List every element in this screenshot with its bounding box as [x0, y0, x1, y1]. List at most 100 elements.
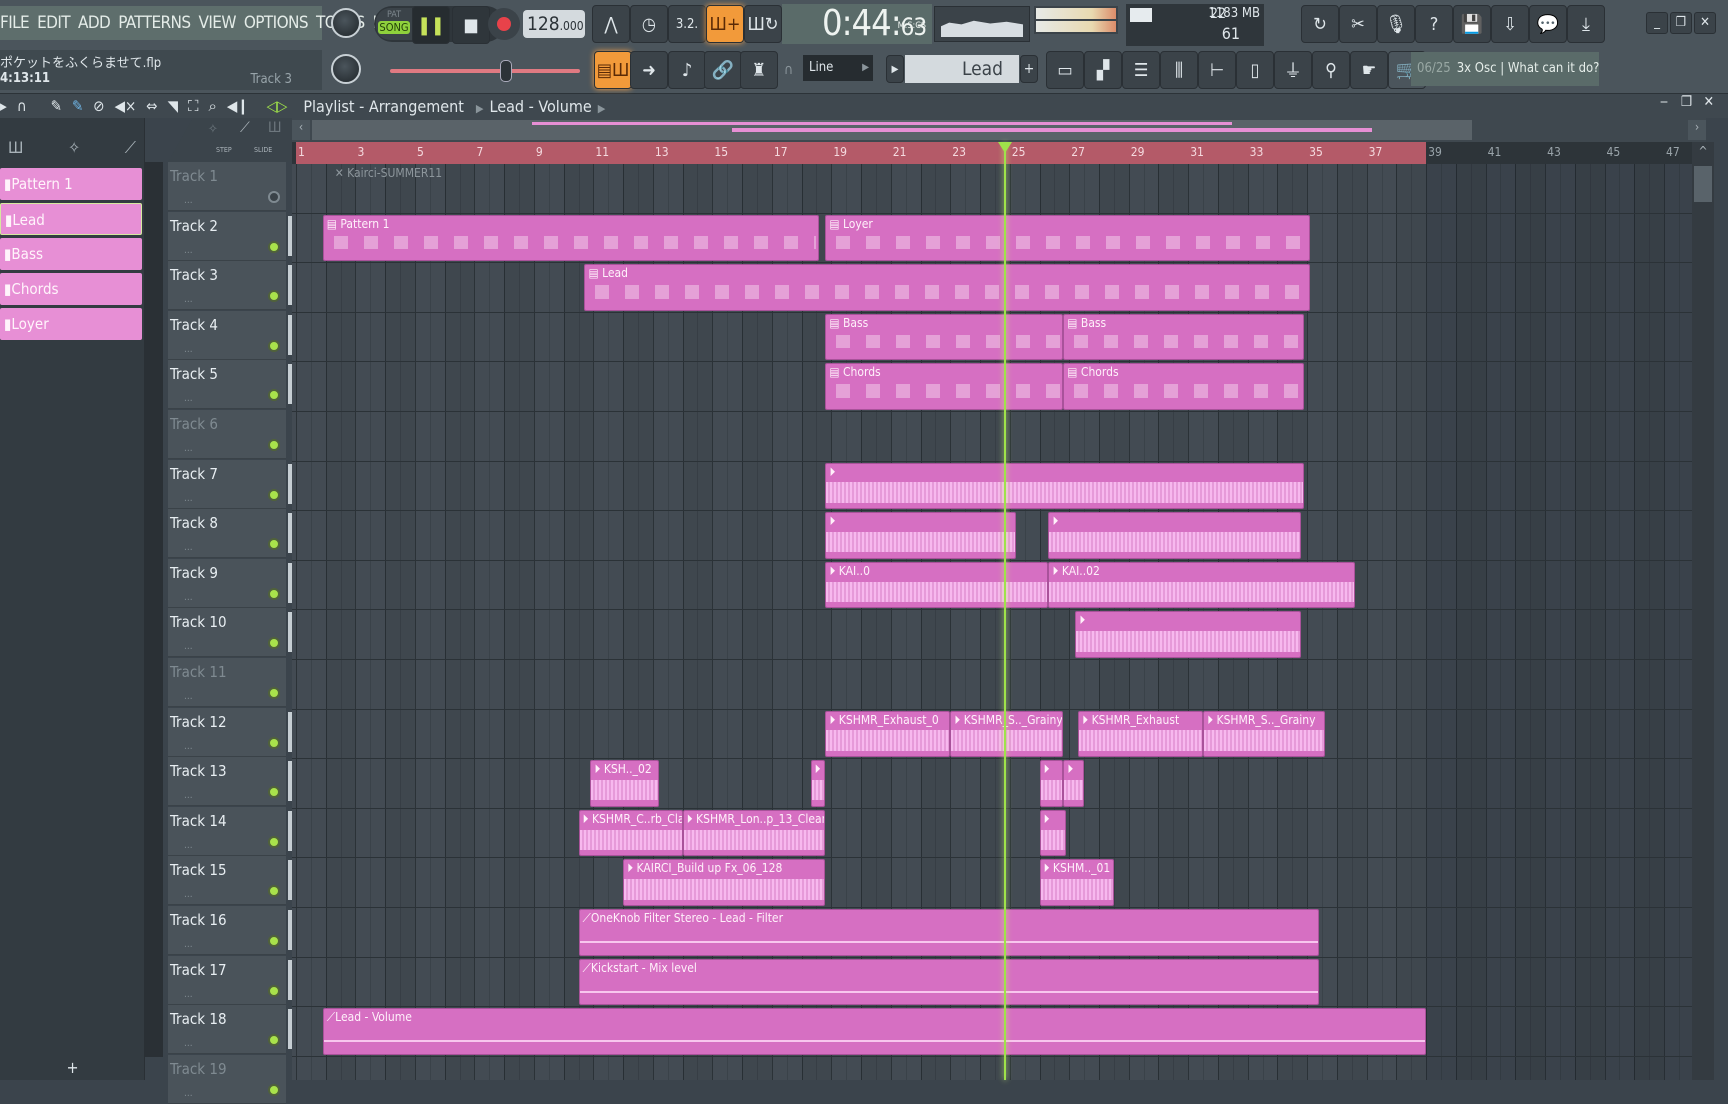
- vertical-scrollbar[interactable]: ^: [1692, 142, 1714, 1080]
- track-name[interactable]: Track 1: [170, 167, 218, 185]
- chat-button[interactable]: 💬: [1529, 5, 1567, 43]
- restore-button[interactable]: ❐: [1670, 12, 1692, 34]
- audio-clip[interactable]: ⏵ KAI..0: [825, 561, 1049, 609]
- pattern-clip[interactable]: ▤ Loyer: [825, 214, 1311, 262]
- automation-icon[interactable]: ⟋: [240, 120, 250, 136]
- menu-options[interactable]: OPTIONS: [244, 13, 309, 33]
- piano-icon[interactable]: Ш: [268, 120, 281, 136]
- playlist-restore-button[interactable]: ❐: [1681, 94, 1692, 110]
- track-name[interactable]: Track 15: [170, 861, 227, 879]
- delete-tool-icon[interactable]: ⊘: [93, 97, 104, 115]
- pattern-list-scrollbar[interactable]: [145, 162, 163, 1057]
- record-button[interactable]: [488, 8, 520, 40]
- piano-icon[interactable]: Ш: [8, 138, 23, 158]
- track-header[interactable]: Track 4...: [168, 310, 292, 360]
- track-header[interactable]: Track 2...: [168, 211, 292, 261]
- track-name[interactable]: Track 11: [170, 663, 227, 681]
- track-mute-led[interactable]: [268, 538, 280, 551]
- playback-tool-icon[interactable]: ◀❙: [227, 97, 249, 115]
- menu-edit[interactable]: EDIT: [37, 13, 70, 33]
- project-info-button[interactable]: ▯: [1236, 51, 1274, 89]
- track-header[interactable]: Track 3...: [168, 261, 292, 311]
- track-mute-led[interactable]: [268, 637, 280, 650]
- track-name[interactable]: Track 16: [170, 911, 227, 929]
- slide-button[interactable]: ♪: [668, 51, 706, 89]
- overview-thumb[interactable]: [312, 120, 1472, 140]
- track-header[interactable]: Track 18...: [168, 1005, 292, 1055]
- audio-wave-icon[interactable]: ✧: [68, 138, 80, 158]
- pattern-clip[interactable]: ▤ Bass: [1063, 313, 1305, 361]
- cut-tool-button[interactable]: ✂: [1339, 5, 1377, 43]
- track-name[interactable]: Track 8: [170, 514, 218, 532]
- audio-clip[interactable]: ⏵: [1075, 611, 1302, 658]
- arrangement-grid[interactable]: ✕ Kairci-SUMMER11 ▤ Pattern 1 ▤ Loyer ▤ Lea…: [292, 164, 1692, 1080]
- help-button[interactable]: ?: [1415, 5, 1453, 43]
- track-name[interactable]: Track 9: [170, 564, 218, 582]
- pattern-item[interactable]: ▮Lead: [0, 203, 142, 235]
- pattern-clip[interactable]: ▤ Chords: [1063, 363, 1305, 410]
- track-mute-led[interactable]: [268, 984, 280, 997]
- audio-clip[interactable]: ⏵: [825, 512, 1016, 559]
- undo-button[interactable]: ↻: [1301, 5, 1339, 43]
- step-edit-button[interactable]: Ш+: [706, 5, 744, 43]
- track-header[interactable]: Track 1...: [168, 162, 286, 211]
- slice-tool-icon[interactable]: ◥: [168, 97, 178, 115]
- track-header[interactable]: Track 19...: [168, 1054, 286, 1104]
- touch-button[interactable]: ☛: [1350, 51, 1388, 89]
- slide-toggle[interactable]: SLIDE: [254, 146, 272, 154]
- track-mute-led[interactable]: [268, 1034, 280, 1047]
- mute-tool-icon[interactable]: ◀×: [115, 97, 137, 115]
- audio-clip[interactable]: ⏵: [1048, 512, 1302, 559]
- track-name[interactable]: Track 12: [170, 713, 227, 731]
- master-pitch-slider[interactable]: [390, 60, 580, 82]
- track-name[interactable]: Track 10: [170, 613, 227, 631]
- playhead[interactable]: [1003, 142, 1006, 1080]
- add-pattern-button[interactable]: +: [1020, 55, 1038, 83]
- audio-clip[interactable]: ⏵ KSHMR_Exhaust: [1078, 710, 1204, 758]
- master-pitch-knob[interactable]: [331, 54, 361, 84]
- zoom-tool-icon[interactable]: ⌕: [209, 97, 217, 115]
- pattern-prev-button[interactable]: ▶: [886, 55, 904, 83]
- performance-button[interactable]: ⚲: [1312, 51, 1350, 89]
- audio-clip[interactable]: ✕ Kairci-SUMMER11: [332, 165, 1426, 212]
- automation-clip[interactable]: ⟋OneKnob Filter Stereo - Lead - Filter: [578, 909, 1320, 956]
- track-mute-led[interactable]: [268, 587, 280, 600]
- select-tool-icon[interactable]: ⛶: [188, 97, 199, 115]
- stop-button[interactable]: ■: [452, 6, 490, 44]
- slider-thumb[interactable]: [500, 60, 512, 82]
- track-name[interactable]: Track 13: [170, 762, 227, 780]
- track-header[interactable]: Track 10...: [168, 608, 292, 658]
- pattern-item[interactable]: ▮Loyer: [0, 308, 142, 340]
- track-name[interactable]: Track 7: [170, 465, 218, 483]
- pattern-selector[interactable]: Lead: [905, 55, 1019, 83]
- tempo-field[interactable]: 128.000: [523, 10, 585, 38]
- playhead-marker[interactable]: [997, 142, 1012, 153]
- paint-brush-icon[interactable]: ✎: [72, 97, 83, 115]
- audio-clip[interactable]: ⏵: [1039, 760, 1064, 807]
- slip-tool-icon[interactable]: ⇔: [146, 97, 157, 115]
- audio-clip[interactable]: ⏵ KSHM.._01: [1039, 859, 1114, 906]
- audio-clip[interactable]: ⏵ KSHMR_Lon..p_13_Clean: [682, 809, 826, 857]
- playlist-menu-icon[interactable]: ◁▷: [267, 97, 288, 115]
- master-volume-knob[interactable]: [331, 8, 361, 38]
- track-mute-led[interactable]: [268, 439, 280, 451]
- metronome-button[interactable]: ⋀: [592, 5, 630, 43]
- track-header[interactable]: Track 11...: [168, 658, 286, 707]
- audio-clip[interactable]: ⏵ KSHMR_C..rb_Clap: [578, 809, 683, 857]
- countdown-button[interactable]: 3.2.: [668, 5, 706, 43]
- record-audio-button[interactable]: 🎙: [1377, 5, 1415, 43]
- pause-button[interactable]: ❚❚: [412, 6, 450, 44]
- export-button[interactable]: ⇩: [1491, 5, 1529, 43]
- arrow-button[interactable]: ➜: [630, 51, 668, 89]
- track-name[interactable]: Track 14: [170, 812, 227, 830]
- menu-patterns[interactable]: PATTERNS: [118, 13, 191, 33]
- piano-roll-button[interactable]: ▞: [1084, 51, 1122, 89]
- track-mute-led[interactable]: [268, 935, 280, 947]
- track-name[interactable]: Track 18: [170, 1010, 227, 1028]
- pattern-item[interactable]: ▮Bass: [0, 238, 142, 270]
- scroll-up-button[interactable]: ^: [1694, 144, 1712, 162]
- save-button[interactable]: 💾: [1453, 5, 1491, 43]
- automation-clip[interactable]: ⟋Lead - Volume: [322, 1008, 1427, 1055]
- audio-clip[interactable]: ⏵: [810, 760, 826, 807]
- channel-rack-button[interactable]: ☰: [1122, 51, 1160, 89]
